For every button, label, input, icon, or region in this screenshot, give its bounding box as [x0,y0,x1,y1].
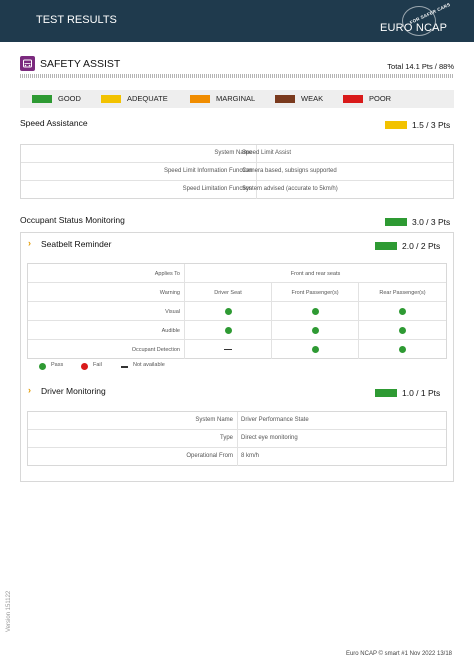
legend-label: GOOD [58,94,81,103]
legend-swatch [190,95,210,103]
pass-dot-icon [399,346,406,353]
score-bar [385,218,407,226]
legend-label: MARGINAL [216,94,256,103]
seatbelt-table: Applies To Front and rear seats Warning … [27,263,447,359]
status-cell [359,321,446,340]
occupant-status-title: Occupant Status Monitoring [20,215,125,225]
row-key: Visual [28,302,185,321]
driver-monitoring-title: Driver Monitoring [41,386,106,396]
row-value: Speed Limit Assist [242,150,292,156]
column-divider [237,412,238,430]
row-value: 8 km/h [241,453,260,459]
table-row: Occupant Detection [28,340,446,359]
column-divider [237,448,238,466]
row-key: Audible [28,321,185,340]
pass-dot-icon [311,346,319,353]
legend-label: POOR [369,94,392,103]
pass-dot-icon [311,308,319,315]
column-header: Front Passenger(s) [272,283,359,302]
table-row: Type Direct eye monitoring [28,430,446,448]
status-key-label: Fail [93,362,102,368]
speed-assistance-table: System Name Speed Limit Assist Speed Lim… [20,144,454,199]
seatbelt-reminder-title: Seatbelt Reminder [41,239,112,249]
chevron-right-icon: › [28,238,31,248]
status-key: Pass Fail Not available [39,362,239,372]
column-header: Driver Seat [185,283,272,302]
score-bar [385,121,407,129]
safety-assist-icon [20,56,35,71]
section-title: SAFETY ASSIST [40,58,121,70]
logo-text: EURO NCAP [380,22,448,34]
row-key: System Name [195,417,233,423]
header-title: TEST RESULTS [36,14,117,26]
row-value: System advised (accurate to 5km/h) [242,186,338,192]
column-divider [237,430,238,448]
legend-swatch [32,95,52,103]
total-score: Total 14.1 Pts / 88% [387,62,454,71]
legend-swatch [343,95,363,103]
status-cell [185,321,272,340]
pass-dot-icon [39,363,46,370]
row-key: Operational From [186,453,233,459]
not-available-dash-icon [121,366,128,368]
dotted-divider [20,74,454,78]
chevron-right-icon: › [28,385,31,395]
status-cell [359,302,446,321]
page-footer: Euro NCAP © smart #1 Nov 2022 13/18 [345,651,452,657]
legend-swatch [275,95,295,103]
score-text: 1.0 / 1 Pts [402,388,441,398]
driver-monitoring-table: System Name Driver Performance State Typ… [27,411,447,466]
rating-legend: GOOD ADEQUATE MARGINAL WEAK POOR [20,90,454,108]
status-key-label: Not available [133,362,165,368]
score-bar [375,389,397,397]
table-row: System Name Driver Performance State [28,412,446,430]
table-header-row: Warning Driver Seat Front Passenger(s) R… [28,283,446,302]
legend-swatch [101,95,121,103]
row-key: Type [219,435,233,441]
fail-dot-icon [81,363,88,370]
table-row: Applies To Front and rear seats [28,264,446,283]
column-header: Rear Passenger(s) [379,289,426,296]
speed-assistance-title: Speed Assistance [20,118,88,128]
pass-dot-icon [224,327,232,334]
score-text: 1.5 / 3 Pts [412,120,451,130]
table-row: Audible [28,321,446,340]
status-cell [185,340,272,359]
table-row: Speed Limit Information Function Camera … [21,163,453,181]
page-header: TEST RESULTS FOR SAFER CARS EURO NCAP [0,0,474,42]
status-cell [272,340,359,359]
table-row: System Name Speed Limit Assist [21,145,453,163]
table-row: Operational From 8 km/h [28,448,446,466]
table-row: Visual [28,302,446,321]
pass-dot-icon [399,327,406,334]
euro-ncap-logo: FOR SAFER CARS EURO NCAP [380,2,462,38]
score-text: 2.0 / 2 Pts [402,241,441,251]
score-bar [375,242,397,250]
status-cell [272,321,359,340]
not-available-dash-icon [224,348,232,351]
row-key: Occupant Detection [28,340,185,359]
pass-dot-icon [224,308,232,315]
pass-dot-icon [311,327,319,334]
status-cell [272,302,359,321]
table-row: Speed Limitation Function System advised… [21,181,453,199]
occupant-status-panel: › Seatbelt Reminder 2.0 / 2 Pts Applies … [20,232,454,482]
status-cell [359,340,446,359]
row-key: Applies To [28,264,185,283]
version-label: Version 151122 [6,590,12,632]
section-header: SAFETY ASSIST Total 14.1 Pts / 88% [20,56,454,74]
score-text: 3.0 / 3 Pts [412,217,451,227]
legend-label: ADEQUATE [127,94,168,103]
row-value: Driver Performance State [241,417,309,423]
pass-dot-icon [399,308,406,315]
row-value: Direct eye monitoring [241,435,298,441]
row-value: Camera based, subsigns supported [242,168,337,174]
status-cell [185,302,272,321]
legend-label: WEAK [301,94,324,103]
applies-to-value: Front and rear seats [290,270,341,277]
row-key: Warning [28,283,185,302]
status-key-label: Pass [51,362,64,368]
